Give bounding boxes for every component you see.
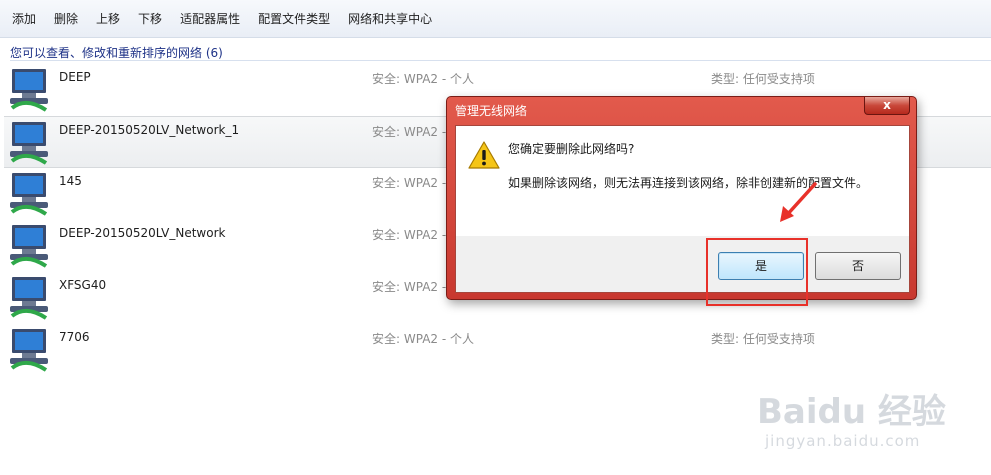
baidu-watermark: Baidu 经验 jingyan.baidu.com — [757, 384, 967, 464]
manage-wireless-networks-window: 添加 删除 上移 下移 适配器属性 配置文件类型 网络和共享中心 您可以查看、修… — [0, 0, 991, 475]
watermark-brand: Baidu 经验 — [757, 392, 946, 432]
network-name: 7706 — [59, 330, 90, 344]
wireless-network-icon — [10, 173, 48, 216]
dialog-question: 您确定要删除此网络吗? — [508, 142, 635, 156]
wireless-network-icon — [10, 277, 48, 320]
dialog-body: 您确定要删除此网络吗? 如果删除该网络，则无法再连接到该网络，除非创建新的配置文… — [455, 125, 910, 293]
add-button[interactable]: 添加 — [4, 7, 44, 30]
close-button[interactable]: x — [864, 97, 910, 115]
dialog-title: 管理无线网络 — [455, 104, 528, 118]
move-down-button[interactable]: 下移 — [130, 7, 170, 30]
delete-confirm-dialog: 管理无线网络 x 您确定要删除此网络吗? 如果删除该网络，则无法再连接到该网络，… — [446, 96, 917, 300]
warning-icon — [468, 141, 500, 169]
watermark-url: jingyan.baidu.com — [765, 432, 921, 450]
network-name: XFSG40 — [59, 278, 107, 292]
network-security: 安全: WPA2 - 个人 — [372, 72, 474, 86]
network-row[interactable]: 7706 安全: WPA2 - 个人 类型: 任何受支持项 — [4, 324, 991, 376]
profile-types-button[interactable]: 配置文件类型 — [250, 7, 338, 30]
network-name: DEEP-20150520LV_Network — [59, 226, 226, 240]
wireless-network-icon — [10, 69, 48, 112]
delete-button[interactable]: 删除 — [46, 7, 86, 30]
network-type: 类型: 任何受支持项 — [711, 332, 815, 346]
wireless-network-icon — [10, 329, 48, 372]
network-type: 类型: 任何受支持项 — [711, 72, 815, 86]
group-divider — [10, 60, 991, 61]
wireless-network-icon — [10, 225, 48, 268]
network-name: DEEP — [59, 70, 91, 84]
network-name: DEEP-20150520LV_Network_1 — [59, 123, 240, 137]
close-icon: x — [883, 98, 891, 112]
network-security: 安全: WPA2 - 个人 — [372, 332, 474, 346]
no-button[interactable]: 否 — [815, 252, 901, 280]
wireless-network-icon — [10, 122, 48, 165]
toolbar: 添加 删除 上移 下移 适配器属性 配置文件类型 网络和共享中心 — [0, 0, 991, 38]
network-name: 145 — [59, 174, 82, 188]
red-arrow-icon — [780, 182, 817, 222]
adapter-properties-button[interactable]: 适配器属性 — [172, 7, 248, 30]
move-up-button[interactable]: 上移 — [88, 7, 128, 30]
highlight-box — [706, 238, 808, 306]
dialog-content: 您确定要删除此网络吗? 如果删除该网络，则无法再连接到该网络，除非创建新的配置文… — [456, 126, 909, 236]
network-group-header: 您可以查看、修改和重新排序的网络 (6) — [10, 46, 223, 60]
network-sharing-center-button[interactable]: 网络和共享中心 — [340, 7, 440, 30]
